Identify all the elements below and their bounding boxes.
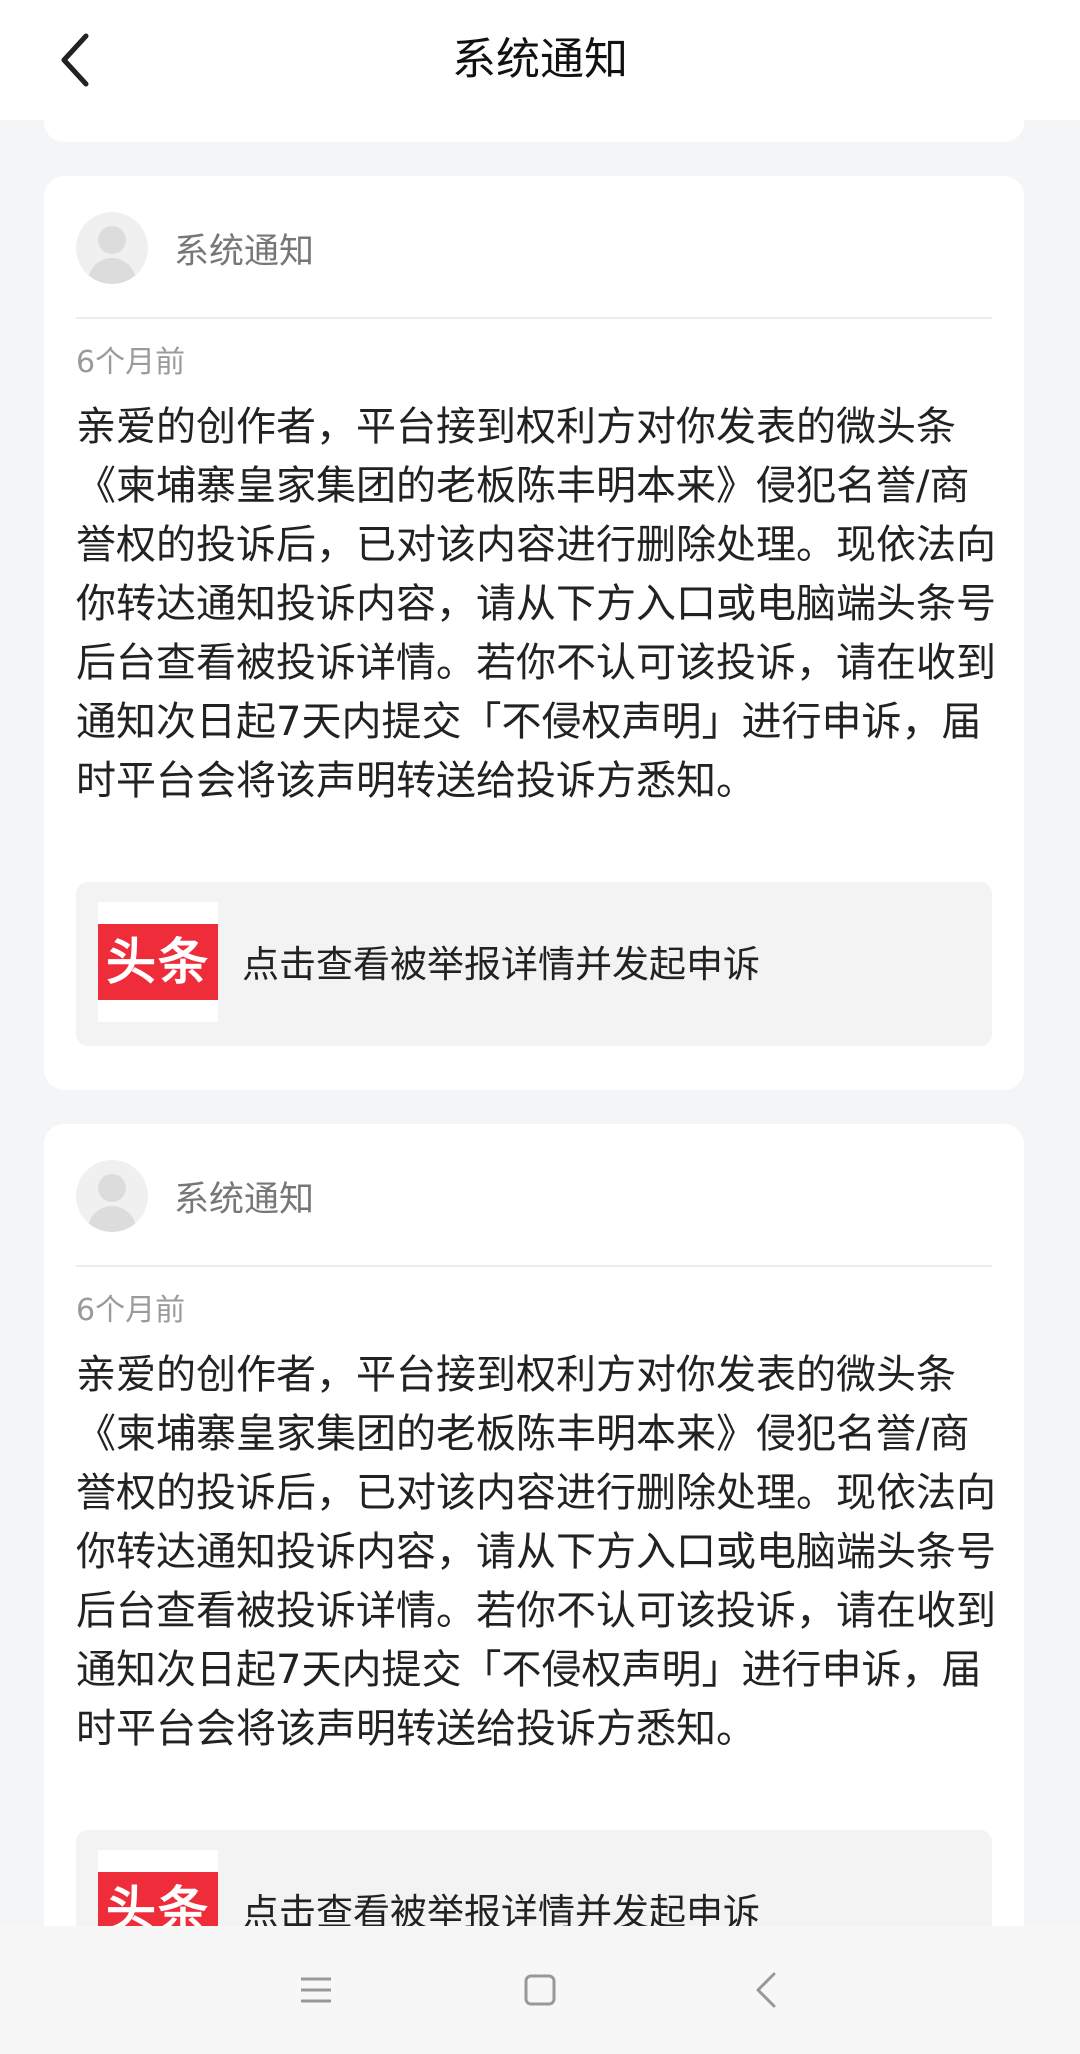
back-triangle-icon	[756, 1972, 776, 2008]
timestamp: 6个月前	[76, 345, 186, 380]
card-header: 系统通知	[76, 212, 314, 284]
avatar	[76, 1160, 148, 1232]
page-title: 系统通知	[452, 34, 628, 85]
notification-card: 系统通知 6个月前 亲爱的创作者，平台接到权利方对你发表的微头条《柬埔寨皇家集团…	[44, 176, 1024, 1090]
notification-body: 亲爱的创作者，平台接到权利方对你发表的微头条《柬埔寨皇家集团的老板陈丰明本来》侵…	[76, 1352, 996, 1752]
divider	[76, 1265, 992, 1267]
card-header: 系统通知	[76, 1160, 314, 1232]
home-button[interactable]	[510, 1960, 570, 2020]
system-back-button[interactable]	[736, 1960, 796, 2020]
sender-name: 系统通知	[174, 1179, 315, 1220]
toutiao-logo: 头条	[98, 902, 218, 1022]
top-bar: 系统通知	[0, 0, 1080, 120]
recent-apps-button[interactable]	[286, 1960, 346, 2020]
avatar	[76, 212, 148, 284]
notification-body: 亲爱的创作者，平台接到权利方对你发表的微头条《柬埔寨皇家集团的老板陈丰明本来》侵…	[76, 404, 996, 804]
menu-icon	[301, 1977, 331, 2003]
timestamp: 6个月前	[76, 1293, 186, 1328]
appeal-link-card[interactable]: 头条 点击查看被举报详情并发起申诉	[76, 882, 992, 1046]
notification-card: 系统通知 6个月前 亲爱的创作者，平台接到权利方对你发表的微头条《柬埔寨皇家集团…	[44, 1124, 1024, 2038]
home-square-icon	[524, 1974, 556, 2006]
system-nav-bar	[0, 1926, 1080, 2054]
sender-name: 系统通知	[174, 231, 315, 272]
divider	[76, 317, 992, 319]
appeal-link-text: 点击查看被举报详情并发起申诉	[242, 943, 760, 986]
